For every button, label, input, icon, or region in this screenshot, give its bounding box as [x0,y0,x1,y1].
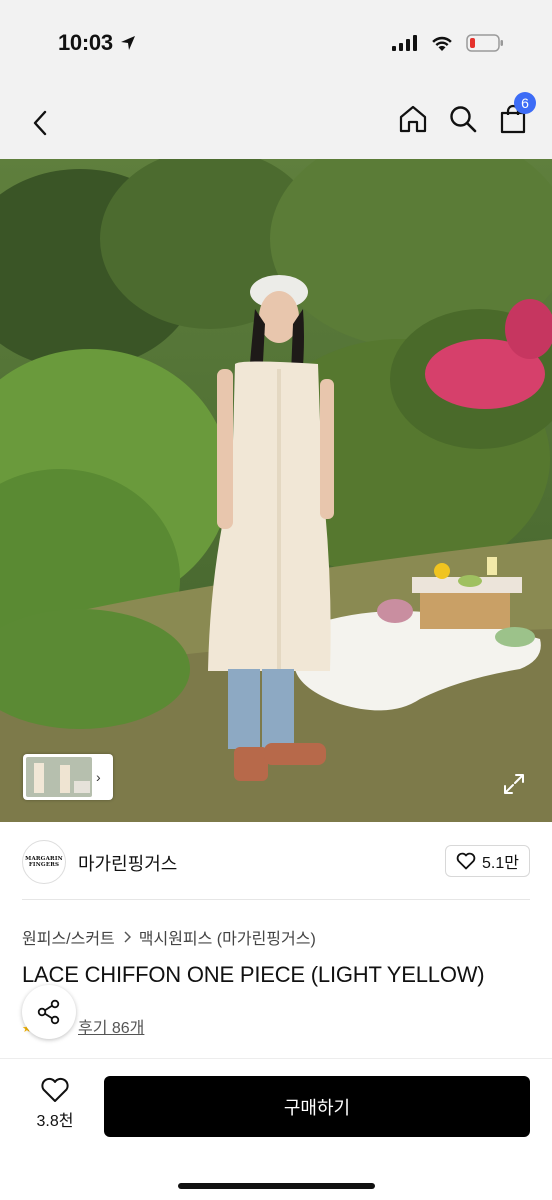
heart-outline-icon [456,852,476,870]
thumbnail-next-arrow[interactable]: › [96,769,101,785]
wifi-icon [432,36,452,51]
chevron-left-icon [33,110,47,136]
cart-count-badge: 6 [514,92,536,114]
back-button[interactable] [26,106,54,140]
top-nav-bar: 6 [0,88,552,159]
status-time: 10:03 [58,30,137,56]
search-button[interactable] [448,102,478,136]
breadcrumb: 원피스/스커트 맥시원피스 (마가린핑거스) [22,925,316,949]
product-photo-illustration [0,159,552,822]
nav-actions: 6 [398,92,536,136]
cellular-signal-icon [392,35,417,51]
brand-like-count: 5.1만 [482,855,519,872]
breadcrumb-subcategory[interactable]: 맥시원피스 (마가린핑거스) [139,925,316,949]
status-bar: 10:03 [0,0,552,88]
bottom-action-bar: 3.8천 구매하기 [0,1059,552,1200]
location-arrow-icon [120,36,135,50]
brand-logo[interactable]: MARGARIN FINGERS [22,840,66,884]
battery-low-icon [466,34,503,52]
home-button[interactable] [398,102,428,136]
expand-icon[interactable] [502,772,526,796]
breadcrumb-category[interactable]: 원피스/스커트 [22,925,115,949]
wishlist-count: 3.8천 [36,1113,74,1130]
status-icons [392,34,504,52]
share-icon [37,999,60,1025]
home-indicator [178,1183,375,1189]
product-photo[interactable] [0,159,552,822]
clock: 10:03 [58,30,113,55]
chevron-right-icon [124,931,131,943]
brand-name[interactable]: 마가린핑거스 [78,850,177,876]
photo-thumbnail[interactable] [26,757,92,797]
brand-logo-text-bottom: FINGERS [28,862,60,868]
heart-outline-icon [41,1077,69,1102]
home-icon [399,105,427,133]
search-icon [450,106,477,133]
cart-button[interactable]: 6 [498,92,536,136]
wishlist-button[interactable]: 3.8천 [30,1077,80,1131]
share-button[interactable] [22,985,76,1039]
brand-row: MARGARIN FINGERS 마가린핑거스 5.1만 [22,822,530,900]
buy-button[interactable]: 구매하기 [104,1076,530,1137]
photo-thumbnail-strip[interactable]: › [23,754,113,800]
review-link[interactable]: 후기 86개 [78,1014,144,1038]
product-title: LACE CHIFFON ONE PIECE (LIGHT YELLOW) [22,962,485,987]
brand-like-button[interactable]: 5.1만 [445,845,530,877]
